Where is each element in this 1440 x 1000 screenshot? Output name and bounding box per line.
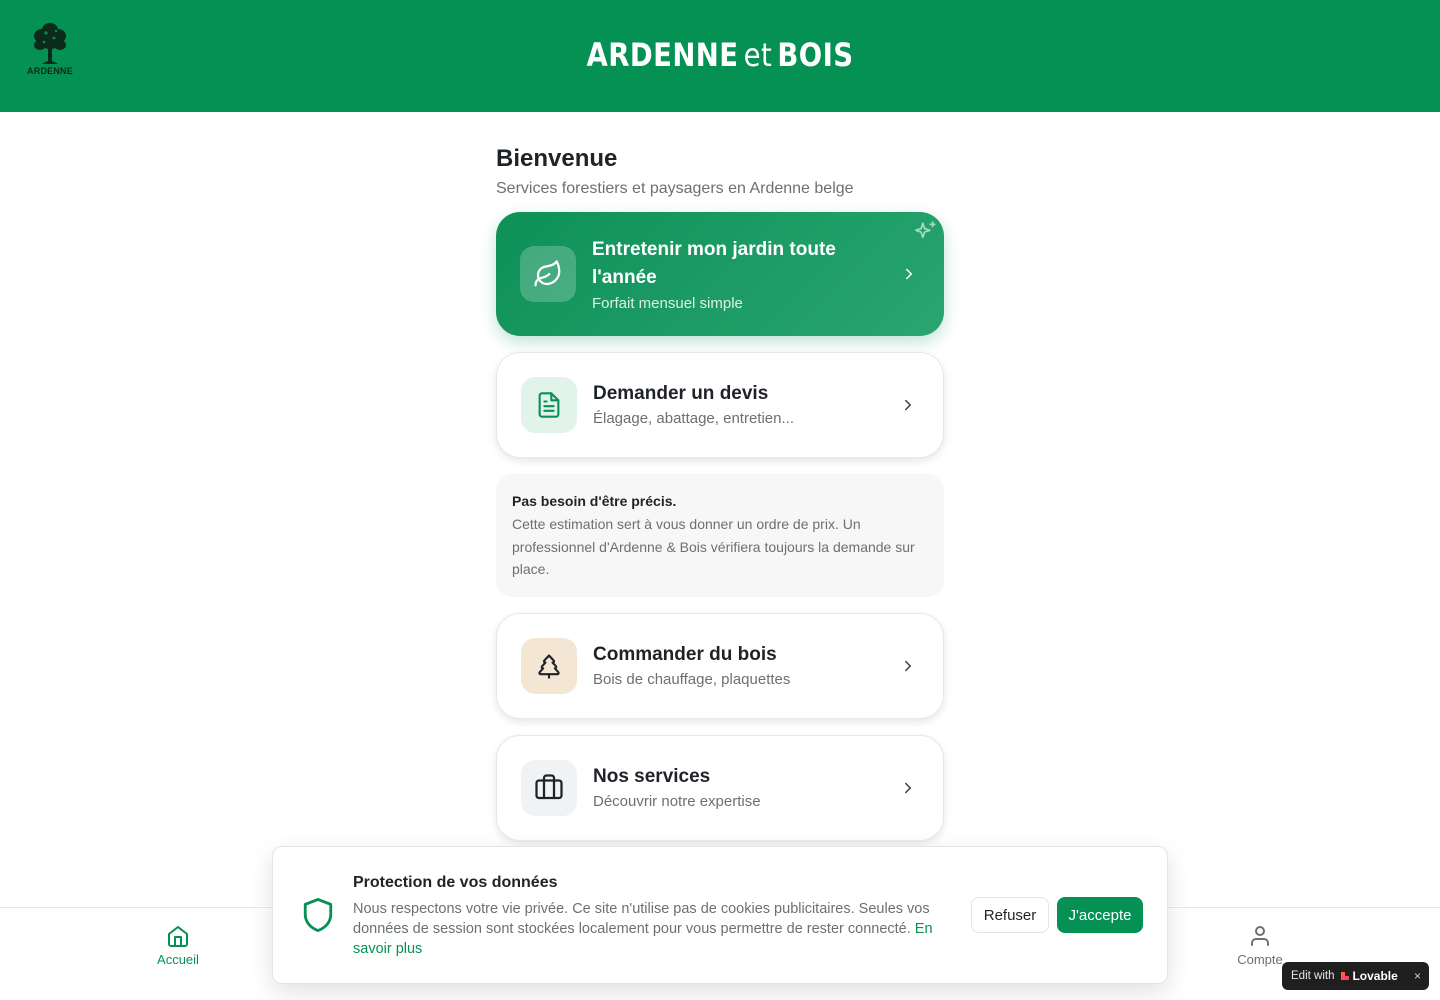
quote-text: Demander un devis Élagage, abattage, ent… [593,381,794,430]
order-wood-card[interactable]: Commander du bois Bois de chauffage, pla… [496,613,944,719]
note-body: Cette estimation sert à vous donner un o… [512,516,915,577]
cookie-body-text: Nous respectons votre vie privée. Ce sit… [353,901,930,937]
edit-with-label: Edit with [1291,970,1335,982]
garden-maintenance-card[interactable]: Entretenir mon jardin toute l'année Forf… [496,212,944,336]
page-title: Bienvenue [496,145,618,172]
request-quote-card[interactable]: Demander un devis Élagage, abattage, ent… [496,352,944,458]
leaf-icon [534,260,561,287]
wood-text: Commander du bois Bois de chauffage, pla… [593,642,790,691]
cookie-title: Protection de vos données [353,874,558,891]
services-title: Nos services [593,766,711,787]
tree-icon-tile [521,638,577,694]
briefcase-icon [535,774,563,800]
cookie-banner: Protection de vos données Nous respecton… [272,846,1168,984]
page-subtitle: Services forestiers et paysagers en Arde… [496,180,854,197]
brand-part-1: ARDENNE [586,36,739,74]
user-icon [1251,926,1269,946]
app-header: ARDENNE ARDENNE et BOIS [0,0,1440,112]
document-icon [538,392,560,418]
chevron-right-icon [905,399,911,411]
our-services-card[interactable]: Nos services Découvrir notre expertise [496,735,944,841]
chevron-right-icon [905,660,911,672]
featured-text: Entretenir mon jardin toute l'année Forf… [592,236,852,315]
refuse-button[interactable]: Refuser [971,897,1049,933]
nav-home[interactable]: Accueil [128,924,228,969]
tree-logo-icon [34,23,66,64]
briefcase-icon-tile [521,760,577,816]
home-icon [168,926,188,947]
close-badge-icon[interactable]: × [1414,969,1421,983]
featured-description: Forfait mensuel simple [592,295,743,312]
document-icon-tile [521,377,577,433]
brand-part-2: et [743,36,773,74]
edit-with-lovable-badge[interactable]: Edit with Lovable × [1282,962,1429,990]
chevron-right-icon [906,268,912,280]
main-content: Bienvenue Services forestiers et paysage… [496,143,944,841]
lovable-heart-icon [1341,972,1350,980]
lovable-brand: Lovable [1352,969,1398,983]
cookie-body: Nous respectons votre vie privée. Ce sit… [353,899,953,959]
services-text: Nos services Découvrir notre expertise [593,764,761,813]
estimate-note: Pas besoin d'être précis. Cette estimati… [496,474,944,597]
shield-icon [303,898,333,932]
services-description: Découvrir notre expertise [593,793,761,810]
note-title: Pas besoin d'être précis. [512,493,677,509]
brand-title: ARDENNE et BOIS [101,36,1339,74]
chevron-right-icon [905,782,911,794]
logo-text: ARDENNE [27,66,73,76]
wood-title: Commander du bois [593,644,777,665]
quote-description: Élagage, abattage, entretien... [593,410,794,427]
sparkle-icon [914,221,936,239]
nav-home-label: Accueil [157,952,199,967]
logo[interactable]: ARDENNE [24,18,76,88]
tree-icon [538,654,560,679]
quote-title: Demander un devis [593,383,769,404]
brand-part-3: BOIS [777,36,854,74]
leaf-icon-tile [520,246,576,302]
wood-description: Bois de chauffage, plaquettes [593,671,791,688]
featured-title: Entretenir mon jardin toute l'année [592,239,836,288]
accept-button[interactable]: J'accepte [1057,897,1143,933]
